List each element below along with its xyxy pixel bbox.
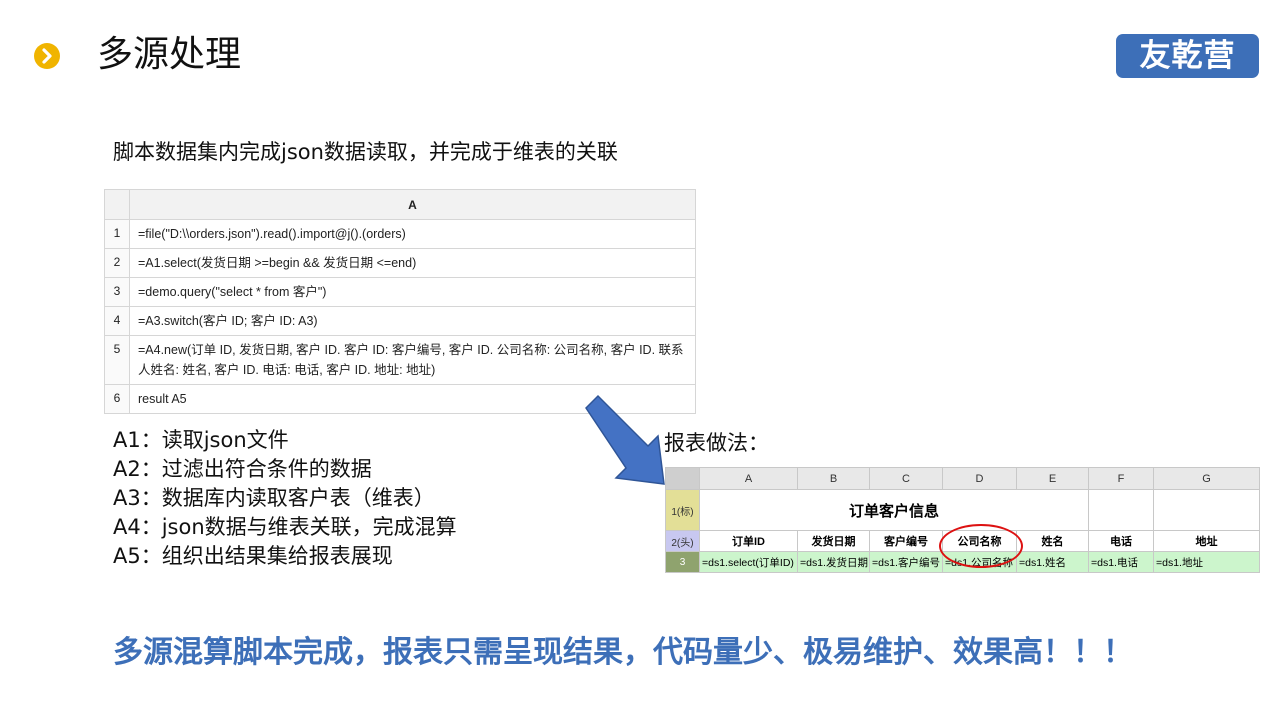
note-line: A5：组织出结果集给报表展现 bbox=[113, 544, 393, 568]
header-cell[interactable]: 地址 bbox=[1153, 530, 1260, 552]
script-cell-a3[interactable]: =demo.query("select * from 客户") bbox=[129, 277, 696, 307]
header-cell[interactable]: 电话 bbox=[1088, 530, 1154, 552]
header-cell[interactable]: 发货日期 bbox=[797, 530, 870, 552]
highlight-circle bbox=[939, 524, 1023, 568]
script-row: 5 =A4.new(订单 ID, 发货日期, 客户 ID. 客户 ID: 客户编… bbox=[104, 335, 696, 385]
detail-cell[interactable]: =ds1.姓名 bbox=[1016, 551, 1089, 573]
detail-cell[interactable]: =ds1.发货日期 bbox=[797, 551, 870, 573]
report-cell[interactable] bbox=[1153, 489, 1260, 531]
header-cell[interactable]: 客户编号 bbox=[869, 530, 943, 552]
step-notes: A1：读取json文件 A2：过滤出符合条件的数据 A3：数据库内读取客户表（维… bbox=[113, 426, 457, 571]
row-number[interactable]: 5 bbox=[104, 335, 130, 385]
row-number[interactable]: 2 bbox=[104, 248, 130, 278]
brand-logo: 友乾营 bbox=[1116, 34, 1259, 78]
script-row: 3 =demo.query("select * from 客户") bbox=[104, 277, 696, 307]
column-header[interactable]: D bbox=[942, 467, 1017, 490]
note-line: A1：读取json文件 bbox=[113, 428, 289, 452]
report-label: 报表做法： bbox=[664, 431, 769, 455]
subtitle: 脚本数据集内完成json数据读取，并完成于维表的关联 bbox=[113, 140, 618, 164]
note-line: A4：json数据与维表关联，完成混算 bbox=[113, 515, 457, 539]
note-line: A2：过滤出符合条件的数据 bbox=[113, 457, 372, 481]
detail-cell[interactable]: =ds1.select(订单ID) bbox=[699, 551, 798, 573]
column-header[interactable]: C bbox=[869, 467, 943, 490]
column-header[interactable]: F bbox=[1088, 467, 1154, 490]
script-header-row: A bbox=[104, 189, 696, 220]
script-cell-a2[interactable]: =A1.select(发货日期 >=begin && 发货日期 <=end) bbox=[129, 248, 696, 278]
arrow-icon bbox=[585, 394, 665, 485]
row-number[interactable]: 3 bbox=[104, 277, 130, 307]
script-grid: A 1 =file("D:\\orders.json").read().impo… bbox=[104, 189, 696, 414]
row-header-detail[interactable]: 3 bbox=[665, 551, 700, 573]
report-column-headers: A B C D E F G bbox=[665, 467, 1260, 490]
detail-cell[interactable]: =ds1.地址 bbox=[1153, 551, 1260, 573]
header-cell[interactable]: 姓名 bbox=[1016, 530, 1089, 552]
row-number[interactable]: 1 bbox=[104, 219, 130, 249]
footer-conclusion: 多源混算脚本完成，报表只需呈现结果，代码量少、极易维护、效果高！！！ bbox=[113, 635, 1133, 670]
column-header-a[interactable]: A bbox=[129, 189, 696, 220]
grid-corner bbox=[665, 467, 700, 490]
script-row: 1 =file("D:\\orders.json").read().import… bbox=[104, 219, 696, 249]
detail-cell[interactable]: =ds1.电话 bbox=[1088, 551, 1154, 573]
column-header[interactable]: G bbox=[1153, 467, 1260, 490]
script-cell-a1[interactable]: =file("D:\\orders.json").read().import@j… bbox=[129, 219, 696, 249]
chevron-right-icon bbox=[34, 43, 60, 69]
column-header[interactable]: B bbox=[797, 467, 870, 490]
row-number[interactable]: 6 bbox=[104, 384, 130, 414]
row-header-head[interactable]: 2(头) bbox=[665, 530, 700, 552]
script-row: 4 =A3.switch(客户 ID; 客户 ID: A3) bbox=[104, 306, 696, 336]
slide-title: 多源处理 bbox=[97, 34, 242, 75]
report-title-row: 1(标) 订单客户信息 bbox=[665, 489, 1260, 531]
script-row: 2 =A1.select(发货日期 >=begin && 发货日期 <=end) bbox=[104, 248, 696, 278]
note-line: A3：数据库内读取客户表（维表） bbox=[113, 486, 435, 510]
detail-cell[interactable]: =ds1.客户编号 bbox=[869, 551, 943, 573]
row-number[interactable]: 4 bbox=[104, 306, 130, 336]
report-cell[interactable] bbox=[1088, 489, 1154, 531]
script-cell-a4[interactable]: =A3.switch(客户 ID; 客户 ID: A3) bbox=[129, 306, 696, 336]
column-header[interactable]: A bbox=[699, 467, 798, 490]
grid-corner bbox=[104, 189, 130, 220]
column-header[interactable]: E bbox=[1016, 467, 1089, 490]
header-cell[interactable]: 订单ID bbox=[699, 530, 798, 552]
report-title-cell[interactable]: 订单客户信息 bbox=[699, 489, 1089, 531]
row-header-title[interactable]: 1(标) bbox=[665, 489, 700, 531]
script-cell-a5[interactable]: =A4.new(订单 ID, 发货日期, 客户 ID. 客户 ID: 客户编号,… bbox=[129, 335, 696, 385]
